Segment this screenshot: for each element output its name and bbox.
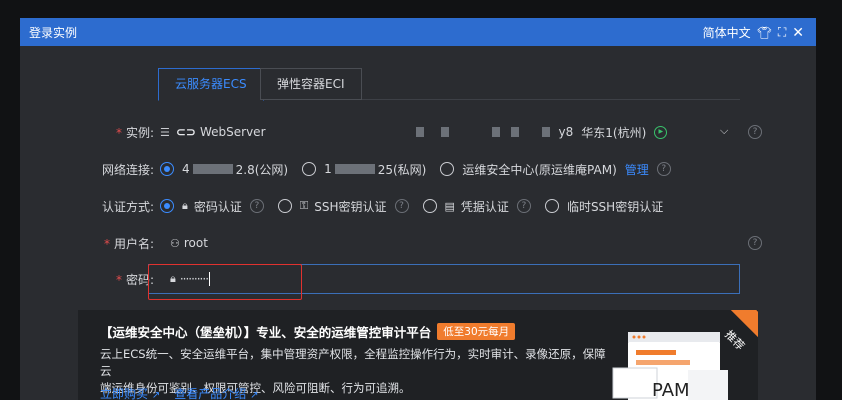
tab-ecs[interactable]: 云服务器ECS: [158, 68, 264, 101]
username-label: 用户名:: [113, 237, 154, 251]
manage-link[interactable]: 管理: [625, 161, 649, 178]
product-intro-link[interactable]: 查看产品介绍 ↗: [174, 385, 258, 400]
username-row: * 用户名: ⚇ root ?: [20, 231, 816, 255]
password-row: * 密码: 🔒︎ ··········: [20, 267, 816, 291]
help-icon[interactable]: ?: [656, 162, 671, 176]
link-icon: ⊂⊃: [175, 125, 196, 139]
pam-label: PAM: [652, 380, 690, 400]
bastion-option[interactable]: 运维安全中心(原运维庵PAM) 管理 ?: [440, 161, 671, 178]
username-value: root: [183, 236, 208, 250]
redacted-block: [491, 127, 500, 137]
radio-public[interactable]: [160, 162, 174, 176]
instance-select[interactable]: ☰ ⊂⊃ WebServer y8 华东1(杭州) ▶ ⌵: [160, 120, 740, 144]
help-icon[interactable]: ?: [748, 236, 762, 250]
auth-label: 认证方式:: [101, 200, 154, 214]
lock-icon: 🔒︎: [182, 199, 188, 212]
chevron-down-icon[interactable]: ⌵: [720, 124, 728, 138]
instance-name: WebServer: [199, 125, 266, 139]
radio-password[interactable]: [160, 199, 174, 213]
radio-private[interactable]: [302, 162, 317, 176]
close-icon[interactable]: ✕: [792, 25, 804, 41]
help-icon[interactable]: ?: [516, 199, 531, 213]
redacted-ip: [334, 164, 375, 174]
login-dialog: 登录实例 简体中文 👕︎ ⛶ ✕ 云服务器ECS 弹性容器ECI * 实例: ☰ …: [20, 18, 816, 400]
tab-eci[interactable]: 弹性容器ECI: [260, 68, 362, 100]
server-icon: ☰: [160, 125, 170, 139]
dialog-title: 登录实例: [29, 26, 78, 40]
public-network-option[interactable]: 4 2.8(公网): [160, 161, 288, 178]
radio-temp-ssh[interactable]: [544, 199, 559, 213]
instance-type-tabs: 云服务器ECS 弹性容器ECI: [158, 68, 740, 101]
auth-password-option[interactable]: 🔒︎ 密码认证 ?: [160, 198, 264, 215]
network-options: 4 2.8(公网) 1 25(私网) 运维安全中心(原运维庵PAM) 管理 ?: [160, 157, 685, 181]
external-link-icon: ↗: [250, 390, 259, 400]
redacted-block: [541, 127, 550, 137]
help-icon[interactable]: ?: [249, 199, 264, 213]
fullscreen-icon[interactable]: ⛶: [778, 25, 786, 40]
pam-illustration: 推荐 PAM: [608, 310, 758, 400]
redacted-ip: [192, 164, 233, 174]
language-selector[interactable]: 简体中文: [703, 24, 751, 41]
auth-options: 🔒︎ 密码认证 ? ⚿ SSH密钥认证 ? ▤ 凭据认证 ? 临时SSH密钥认证: [160, 194, 677, 218]
key-icon: ⚿: [299, 199, 309, 212]
network-row: 网络连接: 4 2.8(公网) 1 25(私网) 运维安全中心(原运维庵PAM)…: [20, 157, 816, 181]
shirt-icon[interactable]: 👕︎: [757, 26, 772, 40]
promo-banner: 【运维安全中心（堡垒机）】专业、安全的运维管控审计平台 低至30元每月 云上EC…: [78, 310, 758, 400]
help-icon[interactable]: ?: [394, 199, 409, 213]
radio-ssh[interactable]: [277, 199, 292, 213]
username-input[interactable]: ⚇ root: [170, 231, 208, 255]
banner-heading: 【运维安全中心（堡垒机）】专业、安全的运维管控审计平台: [100, 325, 432, 340]
auth-ssh-option[interactable]: ⚿ SSH密钥认证 ?: [277, 198, 409, 215]
instance-region: 华东1(杭州): [581, 125, 647, 140]
price-badge: 低至30元每月: [437, 323, 516, 340]
private-network-option[interactable]: 1 25(私网): [302, 161, 426, 178]
external-link-icon: ↗: [151, 390, 161, 400]
auth-temp-ssh-option[interactable]: 临时SSH密钥认证: [544, 198, 663, 215]
credential-icon: ▤: [444, 199, 455, 213]
user-icon: ⚇: [170, 236, 180, 250]
instance-id-suffix: y8: [558, 125, 574, 139]
highlight-box: [148, 264, 302, 300]
instance-label: 实例:: [125, 126, 154, 140]
radio-credential[interactable]: [422, 199, 437, 213]
banner-text-line1: 云上ECS统一、安全运维平台，集中管理资产权限，全程监控操作行为，实时审计、录像…: [100, 347, 606, 378]
auth-row: 认证方式: 🔒︎ 密码认证 ? ⚿ SSH密钥认证 ? ▤ 凭据认证 ? 临时S…: [20, 194, 816, 218]
redacted-block: [510, 127, 519, 137]
help-icon[interactable]: ?: [748, 125, 762, 139]
instance-row: * 实例: ☰ ⊂⊃ WebServer y8 华东1(杭州) ▶ ⌵ ?: [20, 120, 816, 144]
redacted-block: [415, 127, 424, 137]
network-label: 网络连接:: [101, 163, 154, 177]
auth-credential-option[interactable]: ▤ 凭据认证 ?: [422, 198, 531, 215]
radio-bastion[interactable]: [440, 162, 455, 176]
buy-now-link[interactable]: 立即购买 ↗: [100, 385, 160, 400]
running-status-icon: ▶: [654, 125, 668, 139]
redacted-block: [440, 127, 449, 137]
title-bar: 登录实例 简体中文 👕︎ ⛶ ✕: [20, 18, 816, 46]
